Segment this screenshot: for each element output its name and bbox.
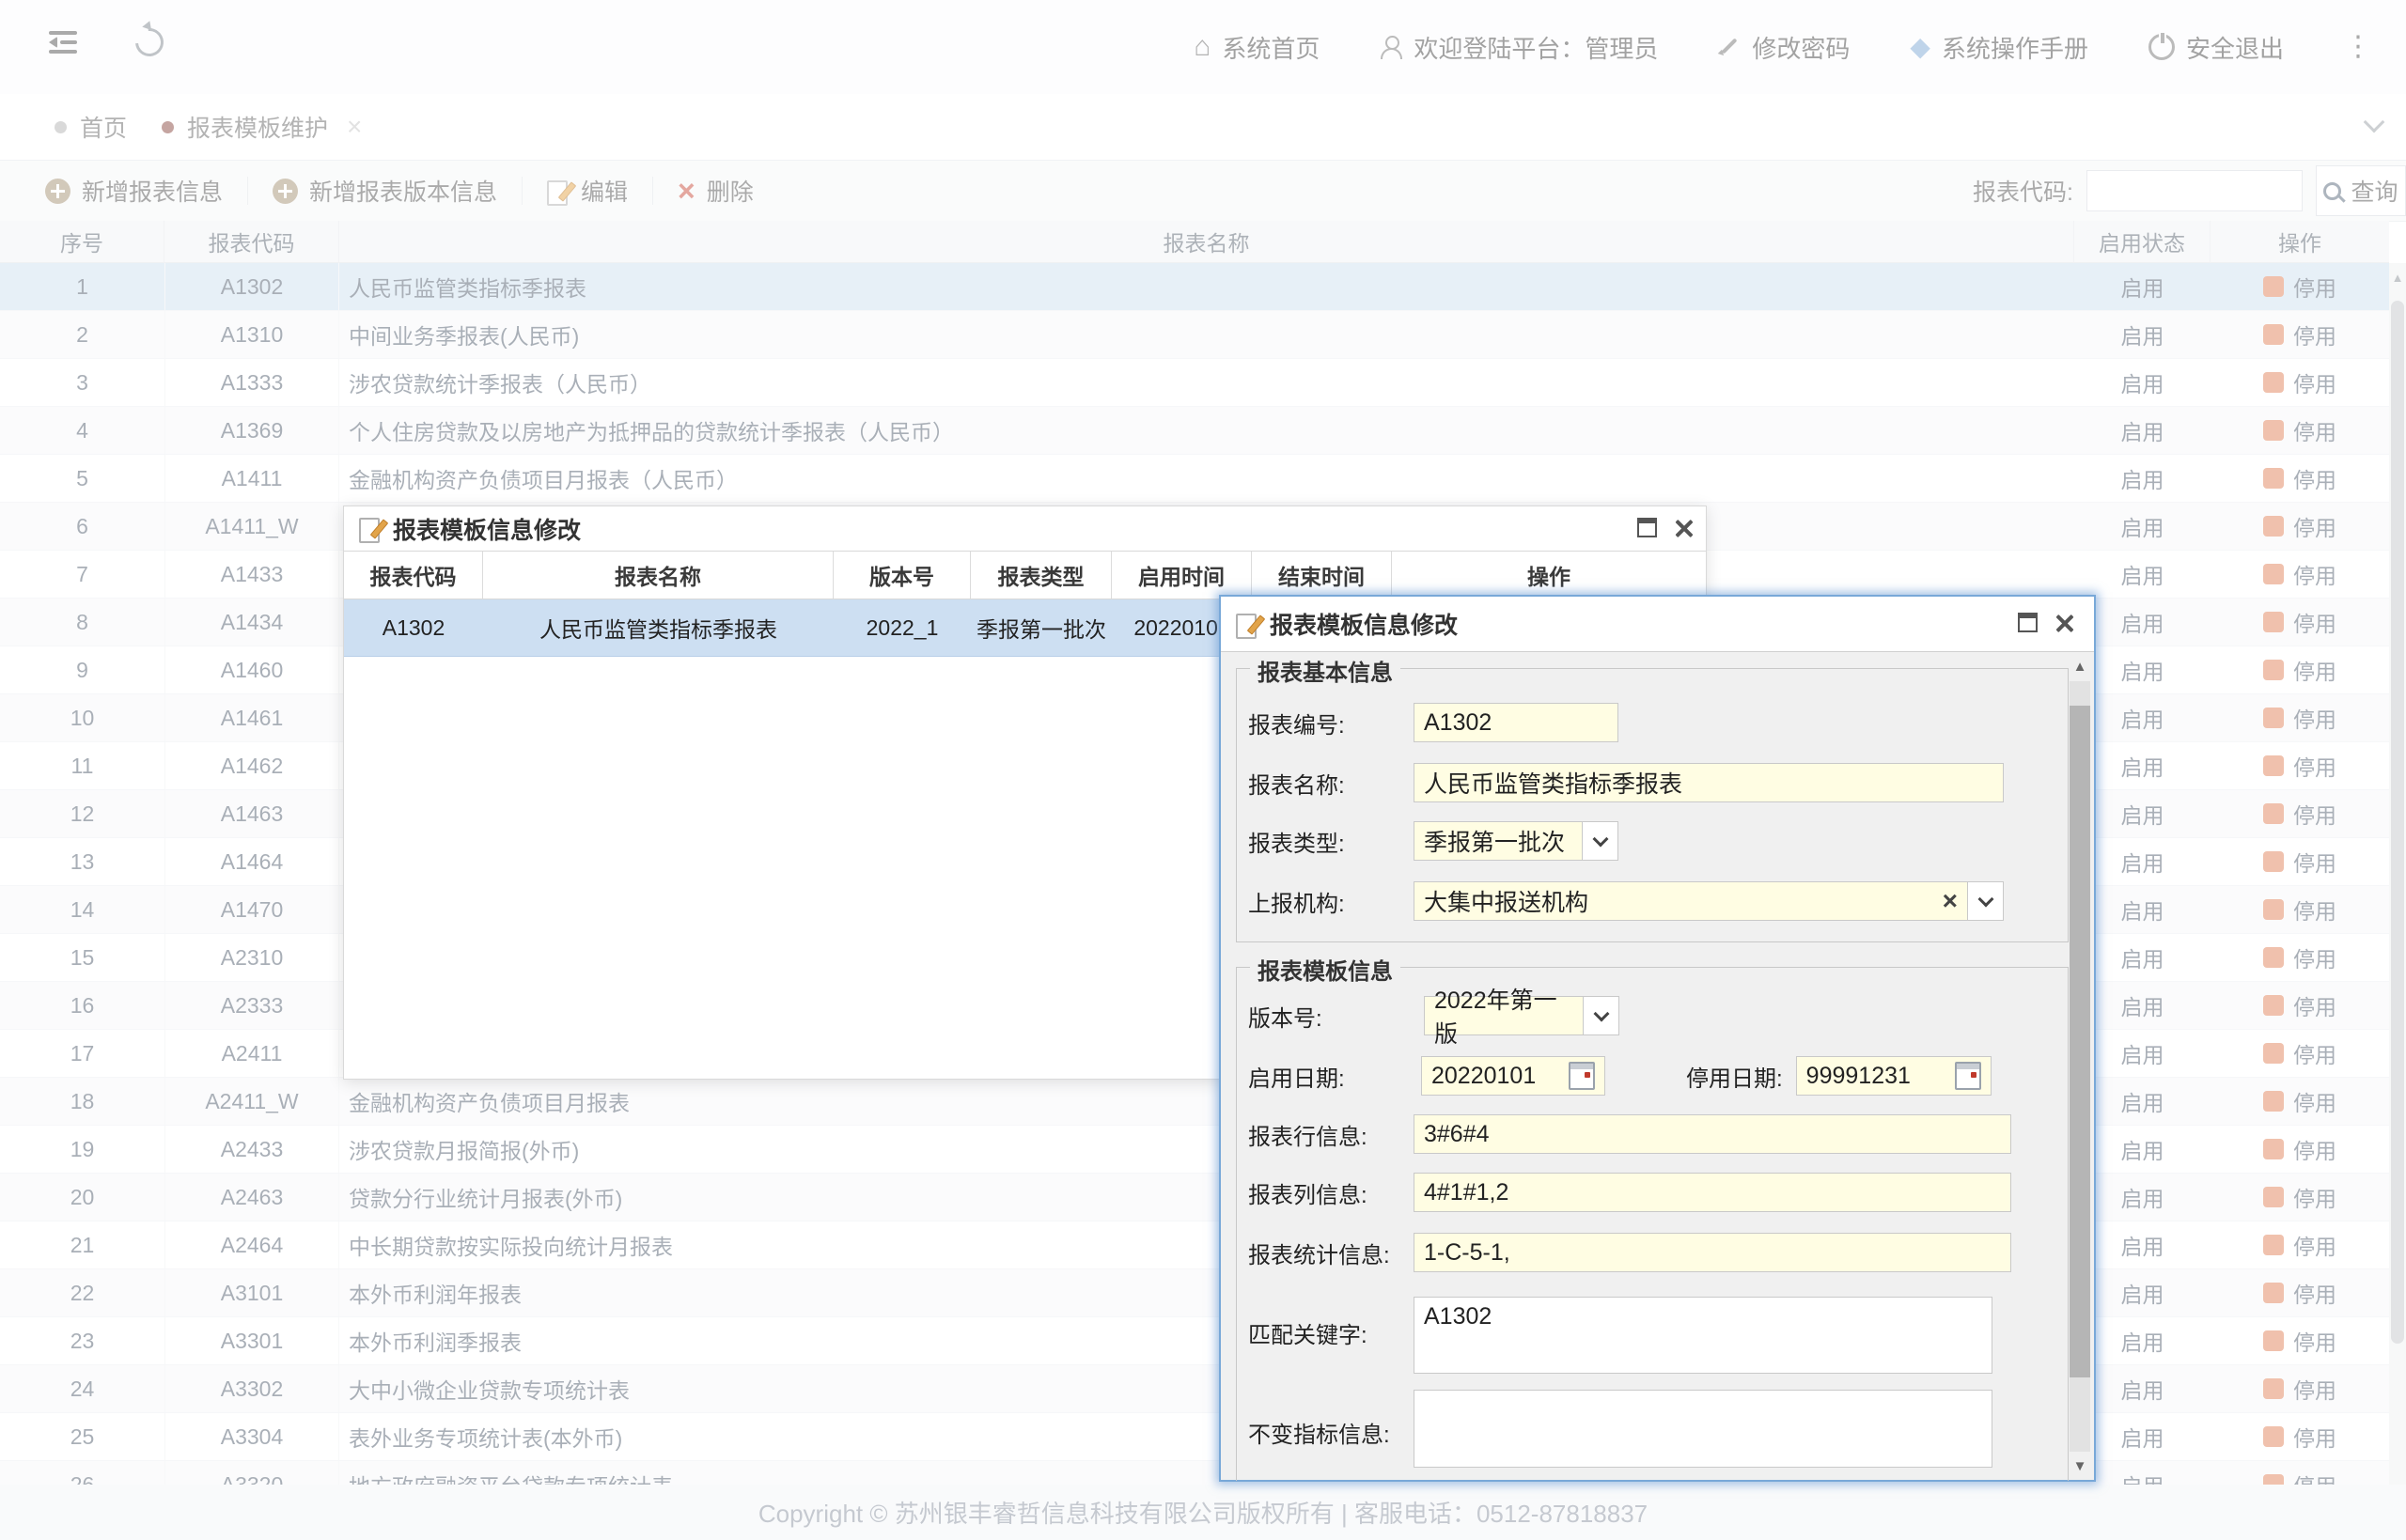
keyword-label: 匹配关键字:: [1248, 1316, 1414, 1349]
start-date-label: 启用日期:: [1248, 1060, 1414, 1093]
report-type-label: 报表类型:: [1248, 825, 1414, 858]
scroll-down-icon[interactable]: ▼: [2070, 1458, 2090, 1474]
cell-report-name: 人民币监管类指标季报表: [483, 599, 834, 656]
start-date-value: 20220101: [1431, 1063, 1536, 1090]
col-report-name: 报表名称: [483, 552, 834, 599]
row-info-field[interactable]: 3#6#4: [1414, 1114, 2011, 1154]
dialog-titlebar[interactable]: 报表模板信息修改: [1221, 597, 2094, 652]
col-report-code: 报表代码: [344, 552, 483, 599]
col-start-time: 启用时间: [1112, 552, 1252, 599]
maximize-icon[interactable]: [2018, 613, 2038, 632]
col-report-type: 报表类型: [971, 552, 1112, 599]
stat-info-field[interactable]: 1-C-5-1,: [1414, 1233, 2011, 1272]
dialog-scrollbar[interactable]: ▲ ▼: [2070, 659, 2090, 1474]
clear-icon[interactable]: ×: [1943, 888, 1958, 914]
report-type-select[interactable]: 季报第一批次: [1414, 821, 1583, 861]
report-org-dropdown-button[interactable]: [1968, 881, 2004, 921]
chevron-down-icon: [1593, 1006, 1609, 1022]
report-name-label: 报表名称:: [1248, 767, 1414, 800]
start-date-field[interactable]: 20220101: [1421, 1056, 1605, 1096]
dialog-titlebar[interactable]: 报表模板信息修改: [344, 506, 1706, 551]
fixed-indicator-textarea[interactable]: [1414, 1390, 1992, 1468]
chevron-down-icon: [1592, 832, 1608, 848]
calendar-icon[interactable]: [1569, 1062, 1595, 1090]
dialog-title: 报表模板信息修改: [1270, 607, 1458, 641]
report-org-value: 大集中报送机构: [1424, 884, 1588, 918]
report-org-combo[interactable]: 大集中报送机构 ×: [1414, 881, 1968, 921]
fixed-indicator-label: 不变指标信息:: [1248, 1416, 1414, 1449]
col-version: 版本号: [834, 552, 971, 599]
close-icon[interactable]: [1674, 519, 1693, 537]
report-org-label: 上报机构:: [1248, 885, 1414, 918]
version-label: 版本号:: [1248, 1000, 1414, 1033]
version-select[interactable]: 2022年第一版: [1424, 996, 1584, 1035]
scrollbar-thumb[interactable]: [2070, 706, 2090, 1377]
fieldset-legend: 报表基本信息: [1250, 654, 1400, 687]
dialog-title: 报表模板信息修改: [393, 512, 581, 546]
close-icon[interactable]: [2054, 614, 2073, 632]
app-window: ⌂ 系统首页 欢迎登陆平台：管理员 修改密码 ◆ 系统操作手册 安全退出 ⋮: [0, 0, 2406, 1540]
col-end-time: 结束时间: [1252, 552, 1392, 599]
stop-date-label: 停用日期:: [1686, 1060, 1783, 1093]
chevron-down-icon: [1977, 892, 1993, 908]
report-template-edit-form-dialog: 报表模板信息修改 报表基本信息 报表模板信息 报表编号: A1302 报表名称:…: [1219, 595, 2096, 1482]
col-operation: 操作: [1392, 552, 1706, 599]
scroll-up-icon[interactable]: ▲: [2070, 659, 2090, 675]
dialog-table-header: 报表代码 报表名称 版本号 报表类型 启用时间 结束时间 操作: [344, 551, 1706, 599]
edit-page-icon: [359, 516, 382, 541]
cell-report-code: A1302: [344, 599, 483, 656]
cell-version: 2022_1: [834, 599, 971, 656]
report-name-field[interactable]: 人民币监管类指标季报表: [1414, 763, 2004, 802]
calendar-icon[interactable]: [1955, 1062, 1981, 1090]
report-type-dropdown-button[interactable]: [1583, 821, 1618, 861]
keyword-textarea[interactable]: A1302: [1414, 1297, 1992, 1374]
maximize-icon[interactable]: [1637, 518, 1657, 537]
row-info-label: 报表行信息:: [1248, 1118, 1414, 1151]
stop-date-field[interactable]: 99991231: [1796, 1056, 1992, 1096]
report-no-label: 报表编号:: [1248, 707, 1414, 739]
fieldset-legend: 报表模板信息: [1250, 953, 1400, 986]
edit-page-icon: [1236, 612, 1258, 637]
report-no-field[interactable]: A1302: [1414, 703, 1618, 742]
cell-report-type: 季报第一批次: [971, 599, 1112, 656]
version-dropdown-button[interactable]: [1584, 996, 1619, 1035]
col-info-field[interactable]: 4#1#1,2: [1414, 1173, 2011, 1212]
stop-date-value: 99991231: [1806, 1063, 1911, 1090]
col-info-label: 报表列信息:: [1248, 1176, 1414, 1209]
stat-info-label: 报表统计信息:: [1248, 1237, 1414, 1269]
